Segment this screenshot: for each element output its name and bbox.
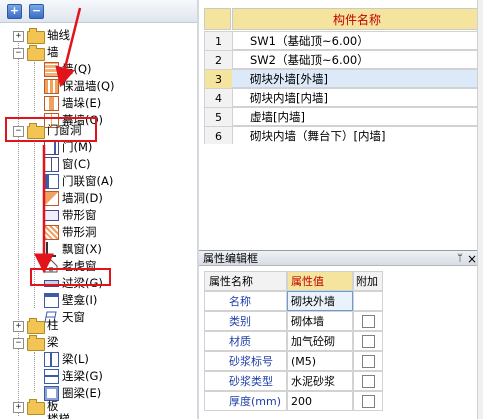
- row-number[interactable]: 3: [204, 69, 233, 90]
- property-extra-cell: [353, 351, 383, 371]
- attach-checkbox[interactable]: [362, 315, 375, 328]
- property-extra-cell: [353, 391, 383, 411]
- component-list-panel: 构件名称 1 SW1（基础顶~6.00） 2 SW2（基础顶~6.00） 3 砌块外墙[外…: [199, 0, 483, 248]
- component-name-cell[interactable]: 砌块内墙[内墙]: [232, 88, 483, 107]
- property-header-value: 属性值: [287, 271, 353, 291]
- property-value[interactable]: 砌体墙: [287, 311, 353, 331]
- row-number[interactable]: 5: [204, 107, 233, 128]
- row-number[interactable]: 2: [204, 50, 233, 71]
- component-name-cell[interactable]: 砌块内墙（舞台下）[内墙]: [232, 126, 483, 145]
- property-label: 砂浆标号: [204, 351, 287, 371]
- column-header-component-name[interactable]: 构件名称: [232, 8, 482, 30]
- scrollbar[interactable]: [477, 0, 483, 419]
- property-panel-titlebar: 属性编辑框 ᛘ ×: [199, 250, 483, 266]
- arrow-1: [55, 7, 82, 88]
- property-label: 类别: [204, 311, 287, 331]
- annotation-arrows: [34, 7, 82, 274]
- property-header-name: 属性名称: [204, 271, 287, 291]
- attach-checkbox[interactable]: [362, 335, 375, 348]
- property-grid: 属性名称 属性值 附加 名称 砌块外墙 类别 砌体墙 材质 加气砼砌 砂浆标号 (M5) 砂浆类…: [199, 266, 483, 419]
- table-corner: [204, 8, 231, 30]
- property-extra-cell: [353, 371, 383, 391]
- component-tree-panel: + − + 轴线 − 墙 墙(Q) 保温墙(Q) 墙垛(E) 幕墙(Q) − 门…: [0, 0, 198, 419]
- table-empty-area: [204, 144, 483, 248]
- property-extra-cell: [353, 311, 383, 331]
- attach-checkbox[interactable]: [362, 355, 375, 368]
- property-value[interactable]: 水泥砂浆: [287, 371, 353, 391]
- row-number[interactable]: 1: [204, 31, 233, 52]
- property-label: 砂浆类型: [204, 371, 287, 391]
- property-label: 厚度(mm): [204, 391, 287, 411]
- property-header-extra: 附加: [353, 271, 383, 291]
- close-icon[interactable]: ×: [467, 251, 477, 267]
- property-label: 材质: [204, 331, 287, 351]
- property-extra-cell: [353, 331, 383, 351]
- component-name-cell[interactable]: 砌块外墙[外墙]: [232, 69, 483, 88]
- property-value[interactable]: 加气砼砌: [287, 331, 353, 351]
- component-name-cell[interactable]: SW1（基础顶~6.00）: [232, 31, 483, 50]
- property-label: 名称: [204, 291, 287, 311]
- property-value[interactable]: 砌块外墙: [287, 291, 353, 311]
- row-number[interactable]: 4: [204, 88, 233, 109]
- attach-checkbox[interactable]: [362, 375, 375, 388]
- property-value[interactable]: 200: [287, 391, 353, 411]
- property-extra-cell: [353, 291, 383, 311]
- attach-checkbox[interactable]: [362, 395, 375, 408]
- component-name-cell[interactable]: 虚墙[内墙]: [232, 107, 483, 126]
- property-panel-title: 属性编辑框: [203, 252, 258, 265]
- property-value[interactable]: (M5): [287, 351, 353, 371]
- pin-icon[interactable]: ᛘ: [457, 251, 463, 267]
- component-name-cell[interactable]: SW2（基础顶~6.00）: [232, 50, 483, 69]
